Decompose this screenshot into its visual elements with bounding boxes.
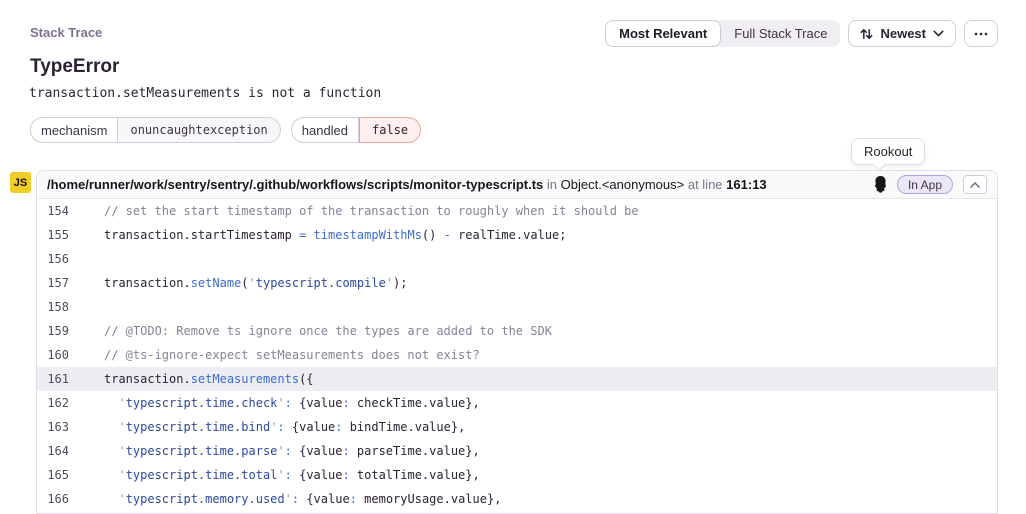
code-content: transaction.setName('typescript.compile'… [104,271,407,295]
frame-file-path: /home/runner/work/sentry/sentry/.github/… [47,177,543,192]
code-line: 160 // @ts-ignore-expect setMeasurements … [37,343,997,367]
sort-newest-button[interactable]: Newest [848,20,956,47]
rookout-tooltip: Rookout [851,138,925,165]
code-content: 'typescript.memory.used': {value: memory… [104,487,501,511]
frame-at-line-words: at line [688,177,726,192]
segment-full-stack-trace[interactable]: Full Stack Trace [721,20,840,47]
code-line: 166 'typescript.memory.used': {value: me… [37,487,997,511]
code-content: 'typescript.time.total': {value: totalTi… [104,463,480,487]
code-line: 156 [37,247,997,271]
tag-key: mechanism [30,117,118,143]
code-line: 154 // set the start timestamp of the tra… [37,199,997,223]
frame-header-actions: In App [874,175,987,194]
tag-list: mechanism onuncaughtexception handled fa… [30,117,421,143]
code-lines: 154 // set the start timestamp of the tra… [37,199,997,511]
line-number: 158 [37,295,77,319]
line-number: 161 [37,367,77,391]
frame-location: /home/runner/work/sentry/sentry/.github/… [47,177,874,192]
sort-button-label: Newest [880,26,926,41]
frame-header[interactable]: /home/runner/work/sentry/sentry/.github/… [37,171,997,199]
code-line: 159 // @TODO: Remove ts ignore once the t… [37,319,997,343]
code-line: 162 'typescript.time.check': {value: che… [37,391,997,415]
line-number: 155 [37,223,77,247]
line-number: 165 [37,463,77,487]
code-line: 164 'typescript.time.parse': {value: par… [37,439,997,463]
chevron-down-icon [933,30,944,37]
chevron-up-icon [970,182,980,188]
error-message: transaction.setMeasurements is not a fun… [29,86,381,101]
line-number: 156 [37,247,77,271]
code-content: 'typescript.time.parse': {value: parseTi… [104,439,480,463]
tag-handled[interactable]: handled false [291,117,421,143]
code-content: transaction.setMeasurements({ [104,367,314,391]
frame-line-column: 161:13 [726,177,766,192]
code-content: 'typescript.time.check': {value: checkTi… [104,391,480,415]
line-number: 163 [37,415,77,439]
tag-value: onuncaughtexception [118,117,280,143]
code-line: 161 transaction.setMeasurements({ [37,367,997,391]
stack-frame: /home/runner/work/sentry/sentry/.github/… [36,170,998,514]
frame-function-name: Object.<anonymous> [561,177,685,192]
tag-value: false [359,117,421,143]
stack-trace-panel: Stack Trace Most Relevant Full Stack Tra… [0,0,1026,514]
code-line: 157 transaction.setName('typescript.compi… [37,271,997,295]
code-content: 'typescript.time.bind': {value: bindTime… [104,415,465,439]
code-content: // @ts-ignore-expect setMeasurements doe… [104,343,480,367]
code-line: 163 'typescript.time.bind': {value: bind… [37,415,997,439]
segment-most-relevant[interactable]: Most Relevant [605,20,721,47]
line-number: 162 [37,391,77,415]
more-options-button[interactable] [964,20,998,47]
code-content: // set the start timestamp of the transa… [104,199,639,223]
code-line: 158 [37,295,997,319]
line-number: 160 [37,343,77,367]
rookout-icon[interactable] [874,176,887,193]
collapse-frame-button[interactable] [963,175,987,194]
section-title: Stack Trace [30,25,102,40]
code-content: transaction.startTimestamp = timestampWi… [104,223,566,247]
in-app-badge: In App [897,175,953,194]
tag-key: handled [291,117,359,143]
frame-in-word: in [547,177,561,192]
line-number: 166 [37,487,77,511]
code-content: // @TODO: Remove ts ignore once the type… [104,319,552,343]
ellipsis-icon [974,32,988,36]
code-line: 165 'typescript.time.total': {value: tot… [37,463,997,487]
line-number: 154 [37,199,77,223]
error-type-title: TypeError [30,56,119,78]
javascript-platform-badge: JS [10,172,31,193]
line-number: 157 [37,271,77,295]
tag-mechanism[interactable]: mechanism onuncaughtexception [30,117,281,143]
line-number: 164 [37,439,77,463]
toolbar: Most Relevant Full Stack Trace Newest [605,20,998,47]
sort-arrows-icon [860,28,873,40]
code-line: 155 transaction.startTimestamp = timestam… [37,223,997,247]
display-mode-segmented-control: Most Relevant Full Stack Trace [605,20,840,47]
line-number: 159 [37,319,77,343]
